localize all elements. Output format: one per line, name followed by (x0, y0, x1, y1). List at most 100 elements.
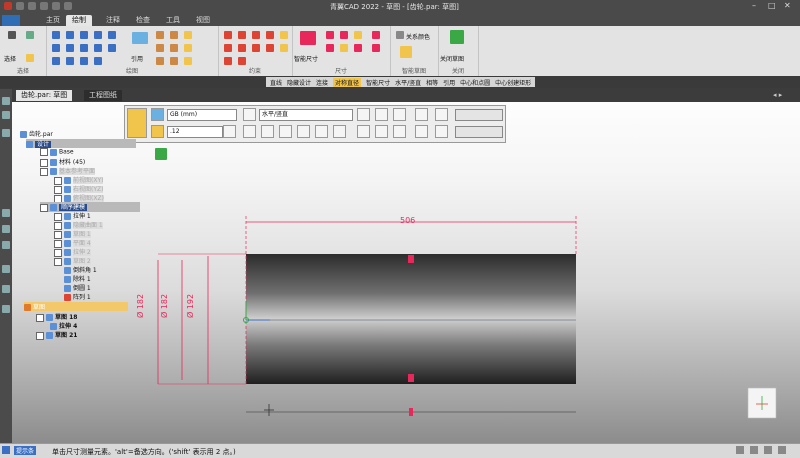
tab-view[interactable]: 视图 (190, 15, 216, 26)
horizontal-icon[interactable] (224, 44, 232, 52)
cmd-hide-design[interactable]: 隐藏设计 (287, 78, 311, 87)
close-sketch-button[interactable]: 关闭草图 (440, 54, 464, 63)
cylinder-body[interactable] (246, 254, 576, 384)
palette-icon[interactable] (2, 265, 10, 273)
offset-icon[interactable] (108, 44, 116, 52)
cmd-connect[interactable]: 连接 (316, 78, 328, 87)
stretch-icon[interactable] (156, 57, 164, 65)
tab-menu-icon[interactable]: ◂ ▸ (768, 90, 787, 101)
dimension-style-icon[interactable] (354, 44, 362, 52)
handle-top[interactable] (408, 255, 414, 263)
include-icon[interactable] (170, 31, 178, 39)
pattern-icon[interactable] (94, 57, 102, 65)
relations-icon[interactable] (396, 31, 404, 39)
move-icon[interactable] (156, 44, 164, 52)
close-icon[interactable]: ✕ (784, 1, 791, 10)
extend-icon[interactable] (184, 57, 192, 65)
minimize-icon[interactable]: – (752, 1, 756, 10)
tab-tools[interactable]: 工具 (160, 15, 186, 26)
handle-bottom[interactable] (408, 374, 414, 382)
point-icon[interactable] (94, 31, 102, 39)
arc-icon[interactable] (66, 31, 74, 39)
project-icon[interactable] (156, 31, 164, 39)
length-dimension-label[interactable]: 506 (400, 216, 415, 225)
cmd-center-point-circle[interactable]: 中心和点圆 (460, 78, 490, 87)
attach-icon[interactable] (372, 31, 380, 39)
measure-icon[interactable] (2, 305, 10, 313)
pan-icon[interactable] (764, 446, 772, 454)
redo-icon[interactable] (52, 2, 60, 10)
select-tool-icon[interactable] (26, 31, 34, 39)
concentric-icon[interactable] (252, 44, 260, 52)
ellipse-icon[interactable] (66, 44, 74, 52)
symmetric-diameter-icon[interactable] (326, 44, 334, 52)
midpoint-icon[interactable] (238, 57, 246, 65)
curve-icon[interactable] (80, 31, 88, 39)
cmd-symmetric-diameter[interactable]: 对称直径 (333, 77, 362, 87)
scale-icon[interactable] (184, 44, 192, 52)
box-select-icon[interactable] (26, 54, 34, 62)
sketch-view-icon[interactable] (184, 31, 192, 39)
select-button[interactable]: 选择 (4, 54, 16, 63)
save-icon[interactable] (28, 2, 36, 10)
mirror-icon[interactable] (80, 57, 88, 65)
tab-home[interactable]: 主页 (40, 15, 66, 26)
prompt-label[interactable]: 提示条 (14, 446, 37, 455)
diameter-label-3[interactable]: Ø 192 (186, 294, 195, 318)
family-icon[interactable] (2, 225, 10, 233)
pathfinder-icon[interactable] (2, 97, 10, 105)
new-icon[interactable] (16, 2, 24, 10)
angular-coordinate-icon[interactable] (340, 44, 348, 52)
variables-icon[interactable] (2, 285, 10, 293)
tab-annotate[interactable]: 注释 (100, 15, 126, 26)
cmd-equal[interactable]: 相等 (426, 78, 438, 87)
rigid-icon[interactable] (224, 57, 232, 65)
symmetric-icon[interactable] (280, 44, 288, 52)
line-icon[interactable] (52, 31, 60, 39)
graphics-viewport[interactable]: GB (mm) .12 水平/竖直 齿轮.par 设计 Base 材料 (45)… (12, 102, 800, 443)
rectangle-icon[interactable] (80, 44, 88, 52)
maximize-icon[interactable]: □ (768, 1, 776, 10)
close-sketch-icon[interactable] (450, 30, 464, 44)
cmd-horizontal-vertical[interactable]: 水平/竖直 (395, 78, 421, 87)
intellisketch-icon[interactable] (400, 46, 412, 58)
fillet-icon[interactable] (52, 57, 60, 65)
smart-dimension-icon[interactable] (300, 31, 316, 45)
fit-icon[interactable] (750, 446, 758, 454)
circle-icon[interactable] (52, 44, 60, 52)
coordinate-icon[interactable] (354, 31, 362, 39)
tab-inspect[interactable]: 检查 (130, 15, 156, 26)
diameter-label-1[interactable]: Ø 182 (136, 294, 145, 318)
diameter-label-2[interactable]: Ø 182 (160, 294, 169, 318)
cmd-smart-dimension[interactable]: 智能尺寸 (366, 78, 390, 87)
feature-library-icon[interactable] (2, 209, 10, 217)
cmd-reference[interactable]: 引用 (443, 78, 455, 87)
cmd-line[interactable]: 直线 (270, 78, 282, 87)
connect-icon[interactable] (224, 31, 232, 39)
layers-icon[interactable] (2, 111, 10, 119)
undo-icon[interactable] (40, 2, 48, 10)
tangent-icon[interactable] (238, 31, 246, 39)
tools-icon[interactable] (2, 129, 10, 137)
perpendicular-icon[interactable] (266, 31, 274, 39)
tab-draw[interactable]: 绘制 (66, 15, 92, 26)
variable-icon[interactable] (372, 44, 380, 52)
zoom-icon[interactable] (736, 446, 744, 454)
cmd-center-rectangle[interactable]: 中心创建矩形 (495, 78, 531, 87)
chamfer-icon[interactable] (66, 57, 74, 65)
equal-icon[interactable] (266, 44, 274, 52)
angle-icon[interactable] (340, 31, 348, 39)
collinear-icon[interactable] (238, 44, 246, 52)
polygon-icon[interactable] (94, 44, 102, 52)
reference-icon[interactable] (132, 32, 148, 44)
distance-icon[interactable] (326, 31, 334, 39)
cursor-icon[interactable] (8, 31, 16, 39)
trim-icon[interactable] (108, 31, 116, 39)
relation-color-button[interactable]: 关系颜色 (406, 32, 430, 41)
rotate-icon[interactable] (170, 44, 178, 52)
split-icon[interactable] (170, 57, 178, 65)
reference-button[interactable]: 引用 (131, 54, 143, 63)
doc-tab-drawing[interactable]: 工程图纸 (84, 90, 122, 101)
app-menu-button[interactable] (2, 15, 20, 26)
parallel-icon[interactable] (252, 31, 260, 39)
